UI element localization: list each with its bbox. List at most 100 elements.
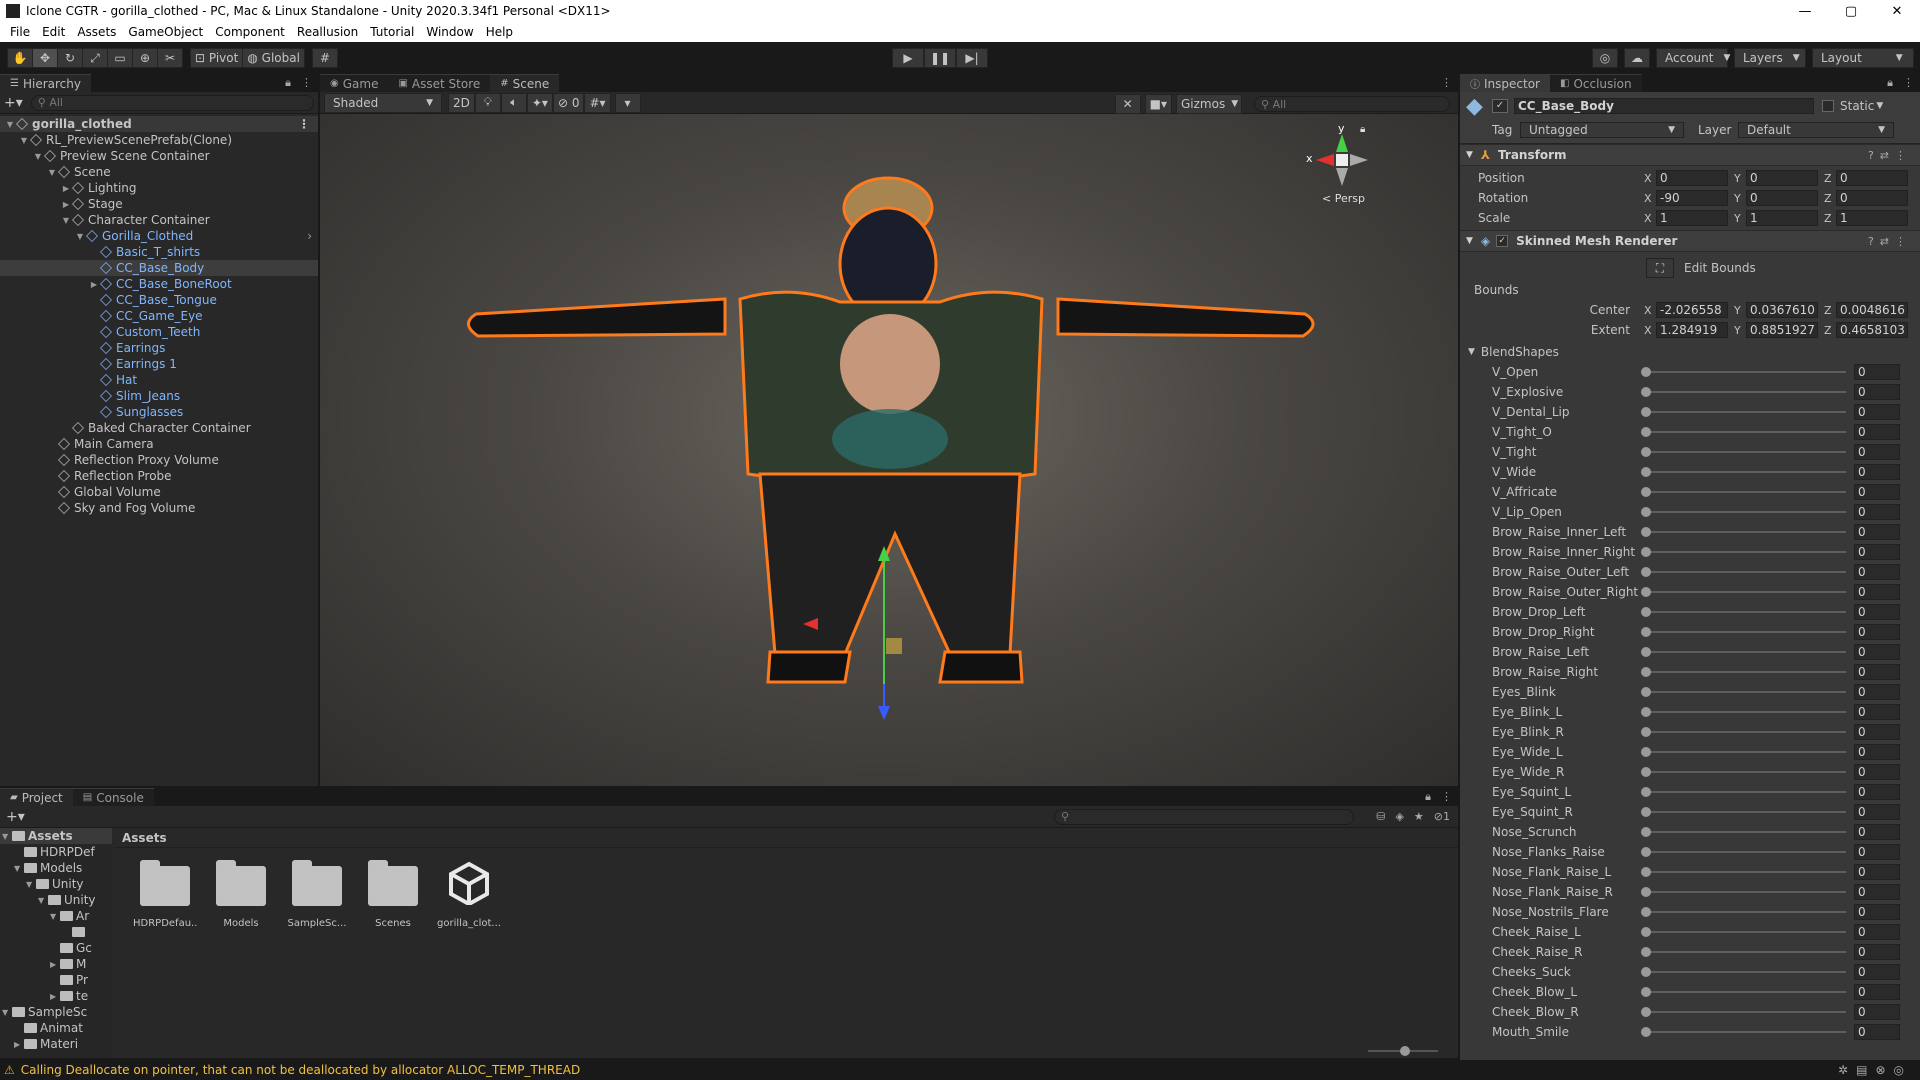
slider-knob[interactable]	[1641, 787, 1651, 797]
blendshape-slider[interactable]	[1641, 527, 1846, 537]
position-x-field[interactable]: 0	[1656, 170, 1728, 186]
tab-console[interactable]: ▤ Console	[72, 788, 154, 806]
slider-knob[interactable]	[1641, 367, 1651, 377]
skinned-mesh-renderer-header[interactable]: ▼ ◈ ✓ Skinned Mesh Renderer ?⇄⋮	[1460, 230, 1920, 252]
pause-icon[interactable]: ❚❚	[924, 48, 956, 68]
step-icon[interactable]: ▶|	[956, 48, 988, 68]
lock-icon[interactable]: 🔒︎	[1425, 790, 1431, 804]
blendshape-value-field[interactable]: 0	[1854, 504, 1900, 520]
2d-toggle[interactable]: 2D	[448, 92, 475, 113]
slider-knob[interactable]	[1641, 907, 1651, 917]
tab-scene[interactable]: # Scene	[490, 74, 560, 92]
slider-knob[interactable]	[1641, 407, 1651, 417]
slider-knob[interactable]	[1641, 887, 1651, 897]
kebab-menu-icon[interactable]: ⋮	[298, 117, 310, 131]
favorite-star-icon[interactable]: ★	[1414, 810, 1424, 823]
maximize-button[interactable]: ▢	[1828, 0, 1874, 22]
blendshape-slider[interactable]	[1641, 947, 1846, 957]
blendshape-slider[interactable]	[1641, 427, 1846, 437]
blendshape-value-field[interactable]: 0	[1854, 984, 1900, 1000]
hierarchy-item-slim-jeans[interactable]: Slim_Jeans	[0, 388, 318, 404]
position-y-field[interactable]: 0	[1746, 170, 1818, 186]
blendshape-slider[interactable]	[1641, 787, 1846, 797]
gizmo-z-arrow[interactable]	[878, 706, 890, 720]
menu-file[interactable]: File	[4, 25, 36, 39]
tab-hierarchy[interactable]: ☰ Hierarchy	[0, 74, 91, 92]
active-checkbox[interactable]: ✓	[1492, 99, 1508, 113]
blendshape-value-field[interactable]: 0	[1854, 604, 1900, 620]
hierarchy-item-rl-previewsceneprefab-clone[interactable]: ▼ RL_PreviewScenePrefab(Clone)	[0, 132, 318, 148]
kebab-menu-icon[interactable]: ⋮	[1441, 76, 1452, 89]
asset-item-hdrpdefau[interactable]: HDRPDefau...	[133, 860, 197, 929]
blendshapes-foldout[interactable]: ▼ BlendShapes	[1460, 342, 1920, 362]
foldout-arrow-icon[interactable]: ▼	[60, 216, 72, 225]
blendshape-value-field[interactable]: 0	[1854, 424, 1900, 440]
gizmos-dropdown[interactable]: Gizmos ▼	[1176, 94, 1242, 114]
blendshape-value-field[interactable]: 0	[1854, 864, 1900, 880]
slider-knob[interactable]	[1641, 927, 1651, 937]
blendshape-slider[interactable]	[1641, 847, 1846, 857]
blendshape-slider[interactable]	[1641, 727, 1846, 737]
blendshape-slider[interactable]	[1641, 647, 1846, 657]
blendshape-slider[interactable]	[1641, 987, 1846, 997]
layers-dropdown[interactable]: Layers ▼	[1734, 48, 1806, 68]
foldout-arrow-icon[interactable]: ▼	[18, 136, 30, 145]
blendshape-slider[interactable]	[1641, 907, 1846, 917]
position-z-field[interactable]: 0	[1836, 170, 1908, 186]
rotation-z-field[interactable]: 0	[1836, 190, 1908, 206]
slider-knob[interactable]	[1641, 467, 1651, 477]
blendshape-slider[interactable]	[1641, 367, 1846, 377]
kebab-menu-icon[interactable]: ⋮	[1895, 235, 1912, 248]
play-icon[interactable]: ▶	[892, 48, 924, 68]
hierarchy-item-basic-t-shirts[interactable]: Basic_T_shirts	[0, 244, 318, 260]
pivot-toggle[interactable]: ⊡ Pivot	[190, 48, 244, 68]
project-search-input[interactable]: ⚲	[1054, 808, 1354, 825]
project-tree-item-hdrpdef[interactable]: HDRPDef	[0, 844, 112, 860]
blendshape-slider[interactable]	[1641, 827, 1846, 837]
tab-project[interactable]: ▰ Project	[0, 788, 73, 806]
menu-edit[interactable]: Edit	[36, 25, 71, 39]
blendshape-slider[interactable]	[1641, 687, 1846, 697]
hierarchy-item-gorilla-clothed[interactable]: ▼ gorilla_clothed ⋮	[0, 116, 318, 132]
foldout-arrow-icon[interactable]: ▼	[26, 880, 36, 889]
slider-knob[interactable]	[1641, 767, 1651, 777]
slider-knob[interactable]	[1641, 727, 1651, 737]
center-z-field[interactable]: 0.0048616	[1836, 302, 1908, 318]
blendshape-slider[interactable]	[1641, 707, 1846, 717]
project-tree-item-ar[interactable]: ▼ Ar	[0, 908, 112, 924]
scale-x-field[interactable]: 1	[1656, 210, 1728, 226]
kebab-menu-icon[interactable]: ⋮	[1895, 149, 1912, 162]
move-tool-icon[interactable]: ✥	[32, 48, 58, 68]
project-tree-item-m[interactable]: ▶ M	[0, 956, 112, 972]
blendshape-slider[interactable]	[1641, 807, 1846, 817]
project-tree-item-materi[interactable]: ▶ Materi	[0, 1036, 112, 1052]
object-name-field[interactable]: CC_Base_Body	[1514, 98, 1814, 114]
foldout-arrow-icon[interactable]: ▶	[88, 280, 100, 289]
project-tree-item-unity[interactable]: ▼ Unity	[0, 892, 112, 908]
edit-bounds-button[interactable]: ⛶	[1646, 258, 1674, 278]
blendshape-value-field[interactable]: 0	[1854, 564, 1900, 580]
bug-icon[interactable]: ✲	[1838, 1063, 1856, 1077]
foldout-arrow-icon[interactable]: ▼	[74, 232, 86, 241]
blendshape-slider[interactable]	[1641, 587, 1846, 597]
slider-knob[interactable]	[1641, 707, 1651, 717]
blendshape-value-field[interactable]: 0	[1854, 464, 1900, 480]
enabled-checkbox[interactable]: ✓	[1496, 235, 1509, 247]
rect-tool-icon[interactable]: ▭	[107, 48, 133, 68]
hierarchy-item-global-volume[interactable]: Global Volume	[0, 484, 318, 500]
blendshape-slider[interactable]	[1641, 887, 1846, 897]
hierarchy-item-earrings[interactable]: Earrings	[0, 340, 318, 356]
project-tree-item-unity[interactable]: ▼ Unity	[0, 876, 112, 892]
custom-tool-icon[interactable]: ✂	[157, 48, 183, 68]
blendshape-value-field[interactable]: 0	[1854, 384, 1900, 400]
orientation-gizmo[interactable]	[1316, 134, 1368, 186]
slider-knob[interactable]	[1641, 567, 1651, 577]
lighting-toggle-icon[interactable]: 💡︎	[474, 92, 501, 113]
project-tree-item-gc[interactable]: Gc	[0, 940, 112, 956]
foldout-arrow-icon[interactable]: ▶	[14, 1040, 24, 1049]
icon-size-slider-knob[interactable]	[1400, 1046, 1410, 1056]
hidden-objects-toggle[interactable]: ⊘ 0	[552, 92, 585, 113]
slider-knob[interactable]	[1641, 967, 1651, 977]
gizmo-plane-handle[interactable]	[886, 638, 902, 654]
hierarchy-item-baked-character-container[interactable]: Baked Character Container	[0, 420, 318, 436]
